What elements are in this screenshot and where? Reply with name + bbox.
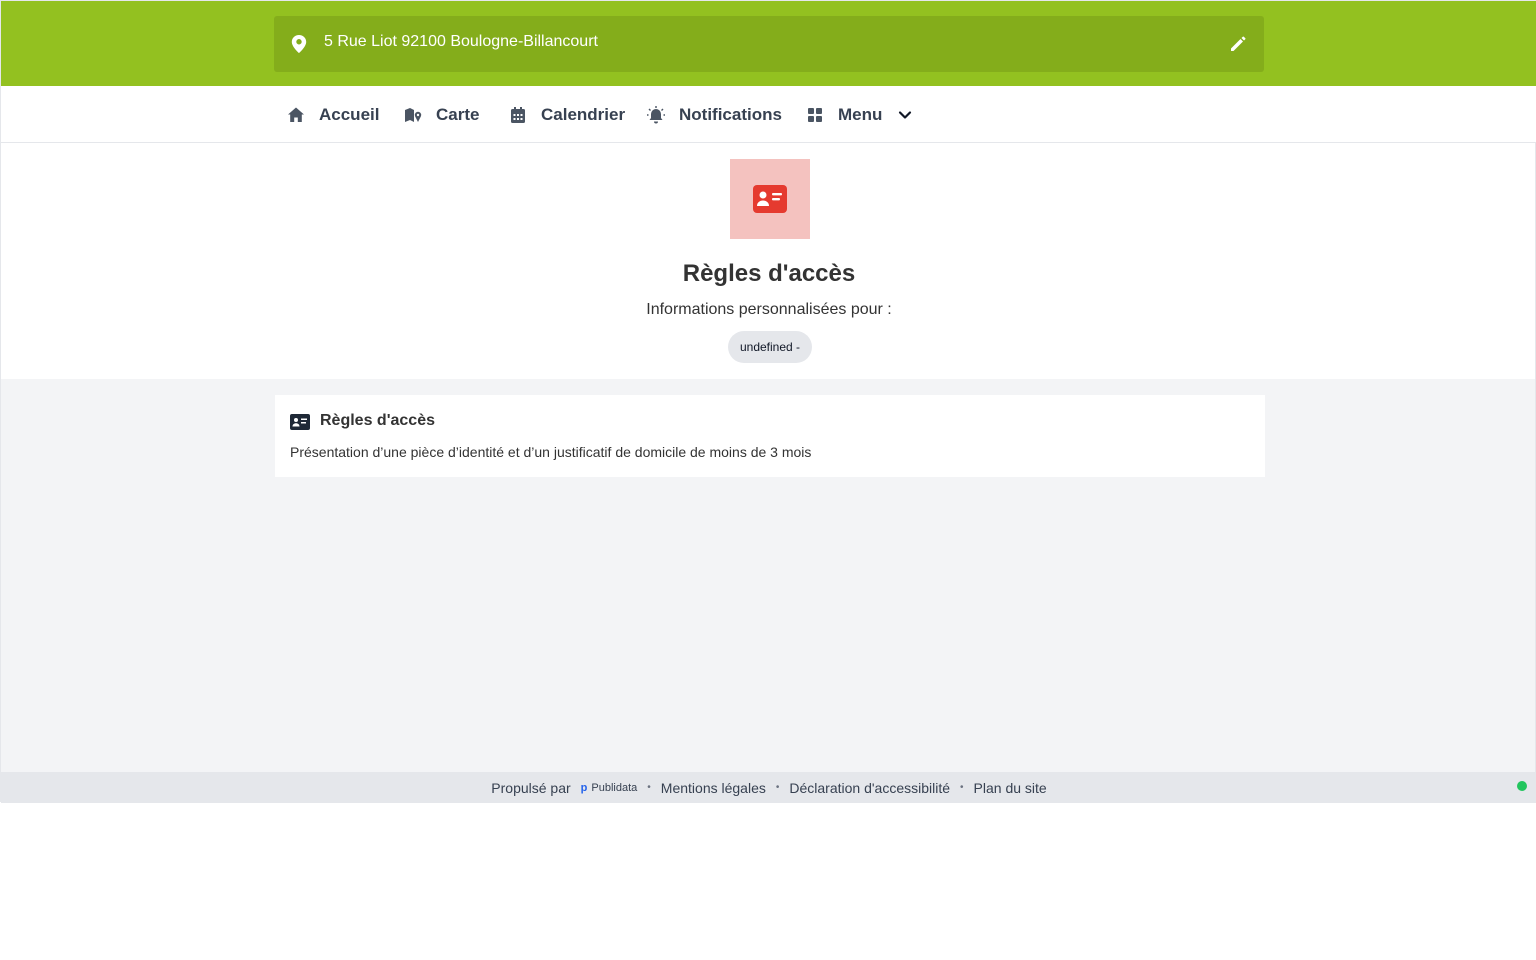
calendar-icon (511, 106, 525, 123)
publidata-p-icon: p (580, 781, 588, 794)
footer-separator: • (647, 782, 651, 793)
info-card: Règles d'accès Présentation d’une pièce … (275, 395, 1265, 477)
nav-item-menu[interactable]: Menu (806, 86, 912, 143)
page-subtitle: Informations personnalisées pour : (646, 301, 892, 318)
footer-separator: • (960, 782, 964, 793)
nav-item-notifications[interactable]: Notifications (647, 86, 782, 143)
powered-by-label: Propulsé par (491, 779, 571, 796)
nav-item-carte[interactable]: Carte (404, 86, 479, 143)
footer-separator: • (775, 782, 780, 793)
map-icon (405, 107, 422, 122)
map-pin-icon (291, 35, 307, 53)
card-text: Présentation d’une pièce d’identité et d… (290, 444, 812, 460)
app-window: 5 Rue Liot 92100 Boulogne-Billancourt Ac… (0, 0, 1536, 803)
grid-icon (808, 107, 822, 122)
bell-alert-icon (647, 105, 665, 123)
nav-item-calendrier[interactable]: Calendrier (509, 86, 625, 143)
id-card-icon (753, 185, 787, 213)
address-bar[interactable]: 5 Rue Liot 92100 Boulogne-Billancourt (274, 16, 1264, 72)
nav-label: Carte (436, 104, 480, 124)
category-icon-tile (730, 159, 810, 239)
address-text: 5 Rue Liot 92100 Boulogne-Billancourt (324, 33, 598, 50)
brand-name: Publidata (591, 781, 638, 794)
nav-label: Calendrier (541, 104, 626, 124)
footer-link-mentions[interactable]: Mentions légales (661, 780, 766, 796)
publidata-logo[interactable]: p Publidata (581, 782, 638, 794)
nav-item-accueil[interactable]: Accueil (287, 86, 379, 143)
pencil-icon[interactable] (1229, 35, 1247, 53)
profile-chip[interactable]: undefined - (728, 331, 812, 363)
home-icon (288, 107, 304, 122)
top-bar: 5 Rue Liot 92100 Boulogne-Billancourt (1, 1, 1536, 86)
page-title: Règles d'accès (682, 260, 856, 287)
id-card-icon (290, 414, 310, 430)
card-title: Règles d'accès (320, 412, 435, 429)
footer-link-sitemap[interactable]: Plan du site (974, 780, 1047, 796)
chevron-down-icon (899, 110, 912, 119)
main-navigation: Accueil Carte Calendrier Notifications M… (1, 86, 1536, 143)
nav-label: Notifications (679, 104, 782, 124)
status-indicator (1517, 781, 1527, 791)
nav-label: Menu (838, 104, 883, 124)
footer: Propulsé par p Publidata • Mentions léga… (1, 772, 1536, 803)
footer-link-accessibility[interactable]: Déclaration d'accessibilité (789, 780, 950, 796)
page-header: Règles d'accès Informations personnalisé… (1, 143, 1535, 379)
nav-label: Accueil (319, 104, 380, 124)
